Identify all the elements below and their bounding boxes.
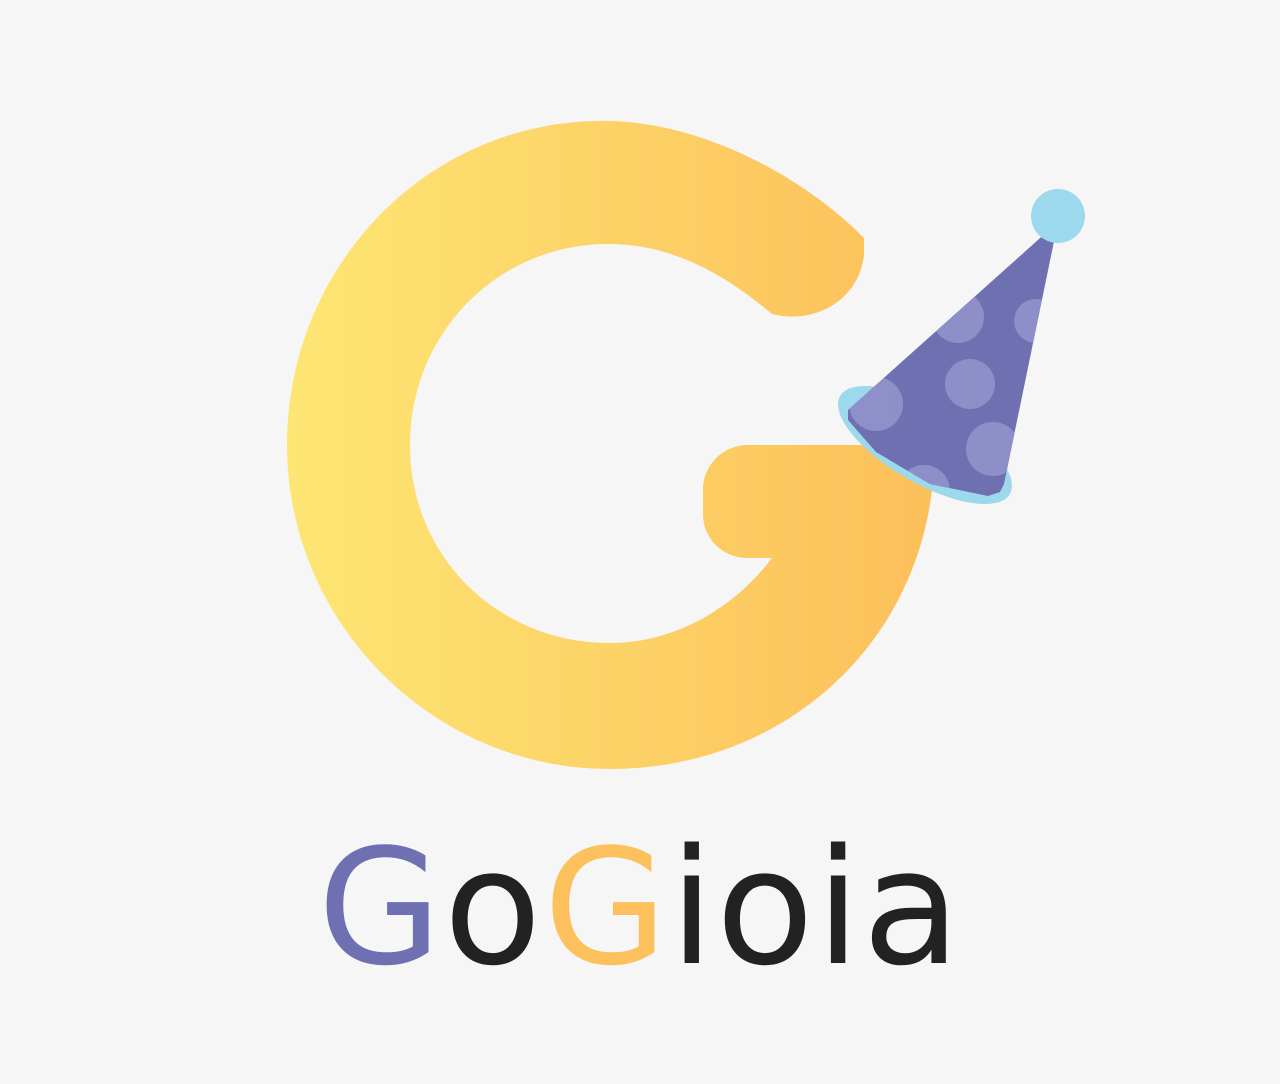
wordmark-letter-g-purple: G xyxy=(317,814,444,1001)
wordmark-letter-o: o xyxy=(443,814,544,1001)
wordmark-letter-g-yellow: G xyxy=(543,814,670,1001)
letter-g-with-party-hat-icon xyxy=(287,120,1085,770)
wordmark-letters-ioia: ioia xyxy=(669,814,963,1001)
letter-g-shape xyxy=(287,120,933,770)
brand-wordmark: GoGioia xyxy=(0,808,1280,1008)
hat-pompom xyxy=(1031,189,1085,243)
logo-page: GoGioia xyxy=(0,0,1280,1084)
